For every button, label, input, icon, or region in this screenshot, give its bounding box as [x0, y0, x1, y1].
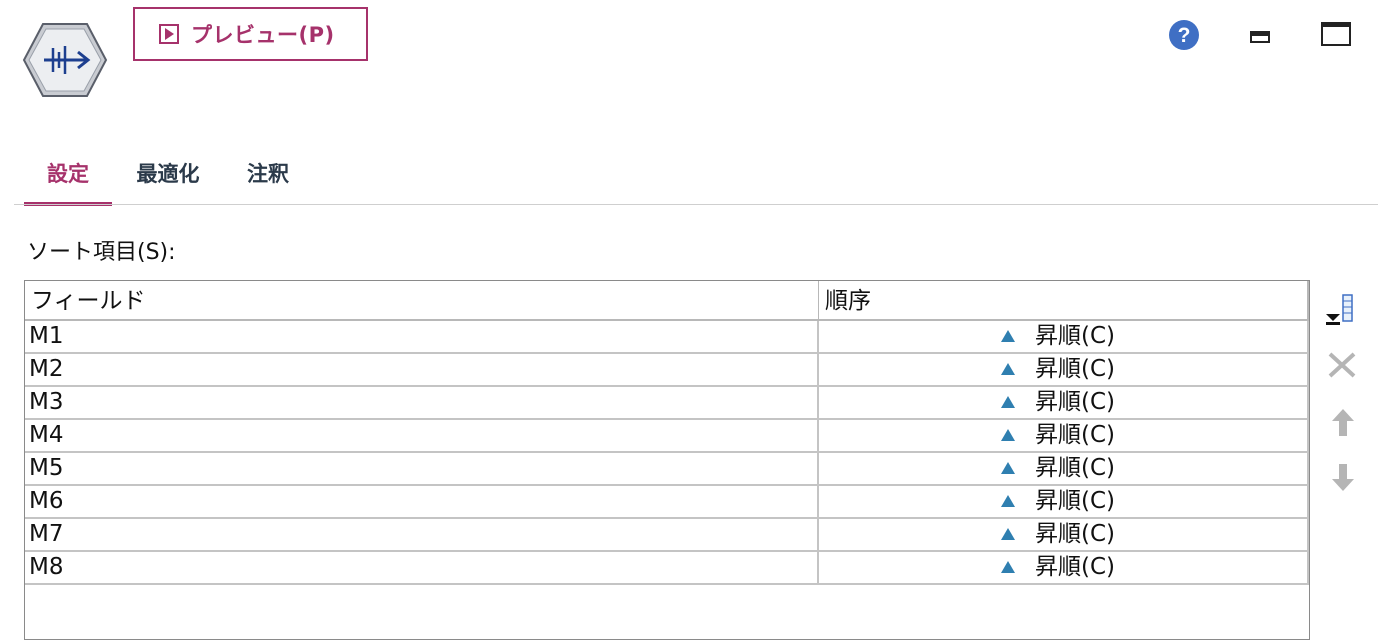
ascending-icon [1001, 396, 1015, 408]
order-label: 昇順(C) [1035, 521, 1116, 547]
tab-divider [14, 204, 1378, 205]
sort-fields-table: フィールド 順序 M1 昇順(C) M2 昇順(C) M3 昇順(C) M4 昇順(C)… [24, 280, 1310, 640]
table-row[interactable]: M7 昇順(C) [25, 519, 1309, 552]
field-cell: M5 [25, 453, 819, 484]
field-cell: M1 [25, 321, 819, 352]
maximize-icon[interactable] [1321, 22, 1351, 46]
sort-node-icon [22, 23, 108, 97]
tab-optimization[interactable]: 最適化 [120, 140, 216, 206]
delete-icon[interactable] [1325, 348, 1359, 382]
order-label: 昇順(C) [1035, 554, 1116, 580]
order-label: 昇順(C) [1035, 323, 1116, 349]
order-cell[interactable]: 昇順(C) [819, 420, 1309, 451]
table-rows: M1 昇順(C) M2 昇順(C) M3 昇順(C) M4 昇順(C) M5 昇順(C) … [25, 321, 1309, 585]
order-cell[interactable]: 昇順(C) [819, 321, 1309, 352]
order-cell[interactable]: 昇順(C) [819, 387, 1309, 418]
ascending-icon [1001, 462, 1015, 474]
ascending-icon [1001, 330, 1015, 342]
table-row[interactable]: M6 昇順(C) [25, 486, 1309, 519]
order-cell[interactable]: 昇順(C) [819, 453, 1309, 484]
table-row[interactable]: M4 昇順(C) [25, 420, 1309, 453]
ascending-icon [1001, 363, 1015, 375]
order-cell[interactable]: 昇順(C) [819, 354, 1309, 385]
column-header-field[interactable]: フィールド [25, 281, 819, 319]
ascending-icon [1001, 495, 1015, 507]
order-label: 昇順(C) [1035, 455, 1116, 481]
table-header: フィールド 順序 [25, 281, 1309, 321]
table-row[interactable]: M3 昇順(C) [25, 387, 1309, 420]
column-header-order[interactable]: 順序 [819, 281, 1309, 319]
field-cell: M2 [25, 354, 819, 385]
svg-text:?: ? [1178, 24, 1191, 47]
table-row[interactable]: M8 昇順(C) [25, 552, 1309, 585]
order-label: 昇順(C) [1035, 389, 1116, 415]
order-label: 昇順(C) [1035, 488, 1116, 514]
minimize-icon[interactable] [1250, 31, 1270, 43]
table-row[interactable]: M5 昇順(C) [25, 453, 1309, 486]
preview-button-label: プレビュー(P) [191, 23, 335, 47]
order-cell[interactable]: 昇順(C) [819, 486, 1309, 517]
tab-settings[interactable]: 設定 [24, 140, 112, 206]
table-row[interactable]: M2 昇順(C) [25, 354, 1309, 387]
table-row[interactable]: M1 昇順(C) [25, 321, 1309, 354]
ascending-icon [1001, 528, 1015, 540]
field-cell: M3 [25, 387, 819, 418]
add-field-icon[interactable] [1323, 292, 1357, 326]
help-icon[interactable]: ? [1168, 19, 1200, 51]
field-cell: M4 [25, 420, 819, 451]
order-cell[interactable]: 昇順(C) [819, 552, 1309, 583]
field-cell: M7 [25, 519, 819, 550]
ascending-icon [1001, 561, 1015, 573]
field-cell: M6 [25, 486, 819, 517]
preview-button[interactable]: プレビュー(P) [133, 7, 368, 61]
tab-annotations[interactable]: 注釈 [232, 140, 304, 206]
order-label: 昇順(C) [1035, 422, 1116, 448]
ascending-icon [1001, 429, 1015, 441]
order-cell[interactable]: 昇順(C) [819, 519, 1309, 550]
move-up-icon[interactable] [1326, 406, 1360, 440]
sort-fields-label: ソート項目(S): [27, 240, 176, 265]
order-label: 昇順(C) [1035, 356, 1116, 382]
play-icon [159, 24, 179, 44]
move-down-icon[interactable] [1326, 460, 1360, 494]
field-cell: M8 [25, 552, 819, 583]
